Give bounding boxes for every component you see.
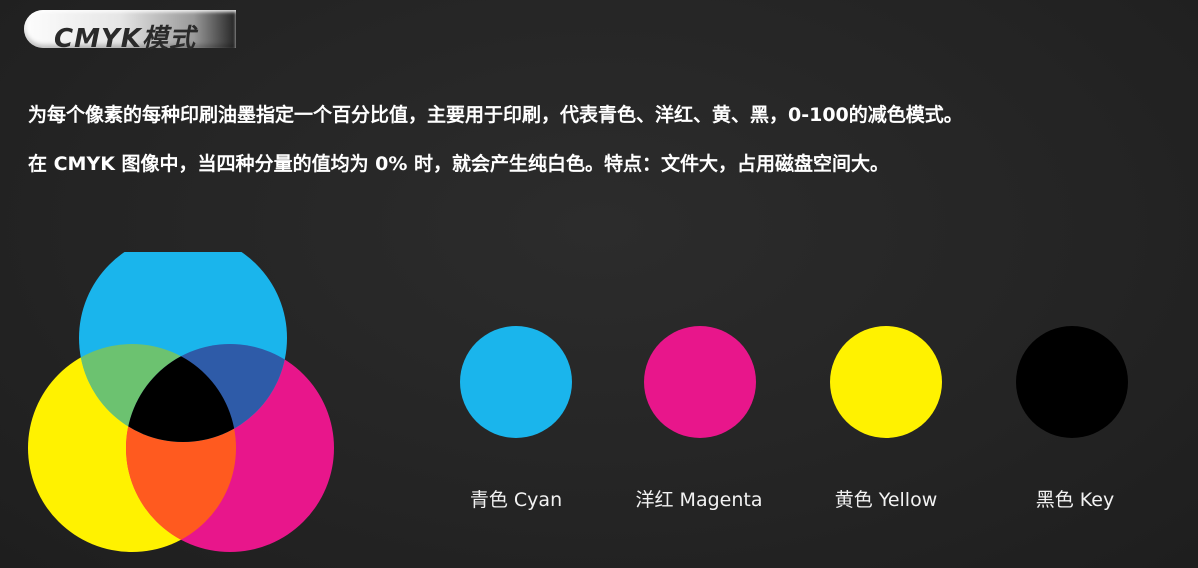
description-line-2: 在 CMYK 图像中，当四种分量的值均为 0% 时，就会产生纯白色。特点：文件大… (28, 153, 890, 175)
key-swatch (1016, 326, 1128, 438)
key-label: 黑色 Key (1035, 489, 1115, 511)
yellow-swatch (830, 326, 942, 438)
cmyk-venn-diagram (28, 252, 334, 552)
title-badge: CMYK模式 (24, 10, 236, 54)
yellow-label: 黄色 Yellow (834, 489, 938, 511)
magenta-swatch (644, 326, 756, 438)
magenta-label: 洋红 Magenta (635, 489, 763, 511)
description-line-1: 为每个像素的每种印刷油墨指定一个百分比值，主要用于印刷，代表青色、洋红、黄、黑，… (28, 104, 963, 126)
cyan-swatch (460, 326, 572, 438)
cyan-label: 青色 Cyan (469, 489, 563, 511)
page-title: CMYK模式 (54, 24, 196, 54)
